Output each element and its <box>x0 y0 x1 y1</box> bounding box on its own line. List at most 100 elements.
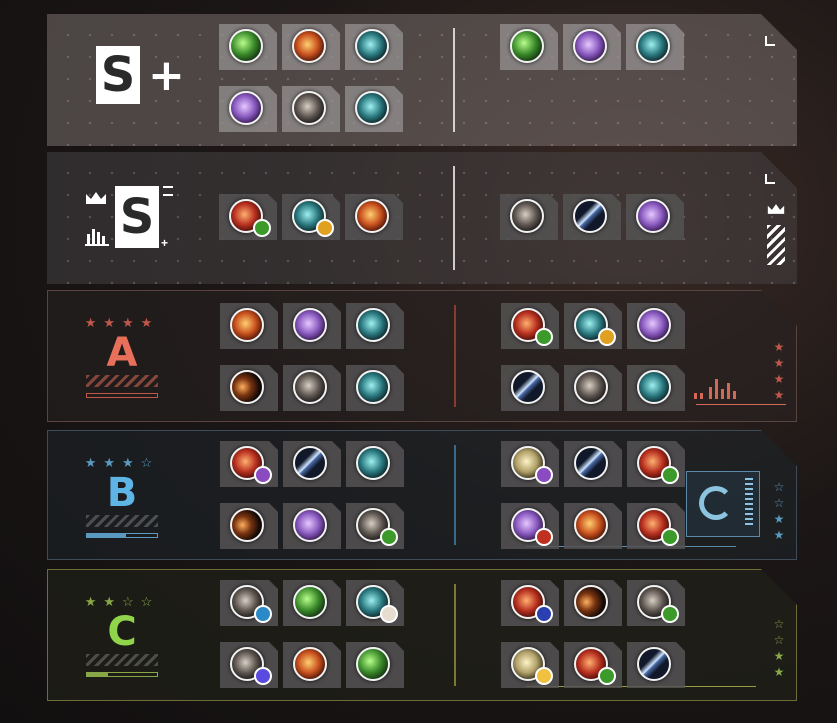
tier-stars: ★★☆☆ <box>84 594 160 609</box>
hatch-stripe <box>767 225 785 265</box>
skill-slot[interactable] <box>346 365 404 411</box>
sub-green-icon <box>661 605 679 623</box>
skill-slot[interactable] <box>627 580 685 626</box>
skill-slot[interactable] <box>501 441 559 487</box>
tier-bar <box>86 533 158 538</box>
tier-letter-box: S <box>96 46 140 104</box>
skill-slot[interactable] <box>220 303 278 349</box>
green-slash-icon <box>229 29 263 63</box>
sub-green-icon <box>661 466 679 484</box>
skill-slot[interactable] <box>500 24 558 70</box>
tier-bar <box>86 672 158 677</box>
skill-slot[interactable] <box>220 365 278 411</box>
glow-sword-icon <box>293 446 327 480</box>
corner-arrow-icon <box>765 158 791 184</box>
skill-slot[interactable] <box>501 580 559 626</box>
green-slash-icon <box>293 585 327 619</box>
skill-slot[interactable] <box>501 303 559 349</box>
sub-navy-icon <box>535 605 553 623</box>
skill-slot[interactable] <box>282 194 340 240</box>
skill-slot[interactable] <box>564 503 622 549</box>
skill-slot[interactable] <box>345 24 403 70</box>
sub-blue-icon <box>254 605 272 623</box>
skill-slot[interactable] <box>564 441 622 487</box>
teal-bomb-icon <box>356 308 390 342</box>
build-divider <box>453 28 455 132</box>
skill-slot[interactable] <box>219 86 277 132</box>
skill-slot[interactable] <box>564 365 622 411</box>
skill-slot[interactable] <box>627 642 685 688</box>
glow-sword-icon <box>511 370 545 404</box>
skill-slot[interactable] <box>501 642 559 688</box>
skill-slot[interactable] <box>220 642 278 688</box>
glow-sword-icon <box>637 647 671 681</box>
dark-arc-icon <box>230 370 264 404</box>
glow-sword-icon <box>573 199 607 233</box>
hatch-stripe <box>86 375 158 387</box>
skill-slot[interactable] <box>219 24 277 70</box>
skill-slot[interactable] <box>626 194 684 240</box>
teal-bomb-icon <box>636 29 670 63</box>
bar-chart-icon <box>85 226 109 246</box>
skill-slot[interactable] <box>563 24 621 70</box>
skill-slot[interactable] <box>345 86 403 132</box>
skill-slot[interactable] <box>283 365 341 411</box>
skill-slot[interactable] <box>345 194 403 240</box>
skill-slot[interactable] <box>283 580 341 626</box>
skill-slot[interactable] <box>346 580 404 626</box>
purple-cloud-icon <box>573 29 607 63</box>
side-stars: ☆ ☆ ★ ★ <box>773 480 785 542</box>
purple-cloud-icon <box>637 308 671 342</box>
skill-slot[interactable] <box>501 365 559 411</box>
purple-cloud-icon <box>293 508 327 542</box>
skill-slot[interactable] <box>283 642 341 688</box>
sub-white-icon <box>380 605 398 623</box>
tier-label-b: ★★★☆ B <box>84 455 160 538</box>
side-stars: ☆ ☆ ★ ★ <box>773 617 785 679</box>
fire-feather-icon <box>292 29 326 63</box>
sub-orange-icon <box>316 219 334 237</box>
tier-label-s-plus: S + <box>96 46 140 104</box>
sub-purple-icon <box>535 466 553 484</box>
skill-slot[interactable] <box>627 503 685 549</box>
sub-purple-icon <box>254 466 272 484</box>
tier-row-b: ★★★☆ B ☆ ☆ ★ ★ <box>47 430 797 560</box>
tier-plus-sign: + <box>148 50 185 101</box>
tier-bar <box>86 393 158 398</box>
skill-slot[interactable] <box>346 441 404 487</box>
skill-slot[interactable] <box>501 503 559 549</box>
skill-slot[interactable] <box>346 642 404 688</box>
side-decoration <box>767 202 785 265</box>
skill-slot[interactable] <box>220 580 278 626</box>
skill-slot[interactable] <box>282 86 340 132</box>
skill-slot[interactable] <box>220 503 278 549</box>
skill-slot[interactable] <box>500 194 558 240</box>
skill-slot[interactable] <box>564 642 622 688</box>
tier-label-a: ★★★★ A <box>84 315 160 398</box>
skill-slot[interactable] <box>627 365 685 411</box>
purple-cloud-icon <box>229 91 263 125</box>
skill-slot[interactable] <box>627 303 685 349</box>
skill-slot[interactable] <box>564 580 622 626</box>
skill-slot[interactable] <box>627 441 685 487</box>
skill-slot[interactable] <box>283 503 341 549</box>
skill-slot[interactable] <box>563 194 621 240</box>
build-divider <box>454 445 456 545</box>
monitor-deco <box>686 471 760 537</box>
skill-slot[interactable] <box>219 194 277 240</box>
skill-slot[interactable] <box>283 441 341 487</box>
skill-slot[interactable] <box>564 303 622 349</box>
skill-slot[interactable] <box>282 24 340 70</box>
skill-slot[interactable] <box>346 503 404 549</box>
skill-slot[interactable] <box>283 303 341 349</box>
skill-slot[interactable] <box>346 303 404 349</box>
sub-green-icon <box>598 667 616 685</box>
meter-deco <box>745 478 753 528</box>
skill-slot[interactable] <box>220 441 278 487</box>
tier-stars: ★★★★ <box>84 315 160 330</box>
skill-slot[interactable] <box>626 24 684 70</box>
teal-bomb-icon <box>356 370 390 404</box>
teal-bomb-icon <box>637 370 671 404</box>
corner-arrow-icon <box>765 20 791 46</box>
sub-violet-icon <box>254 667 272 685</box>
